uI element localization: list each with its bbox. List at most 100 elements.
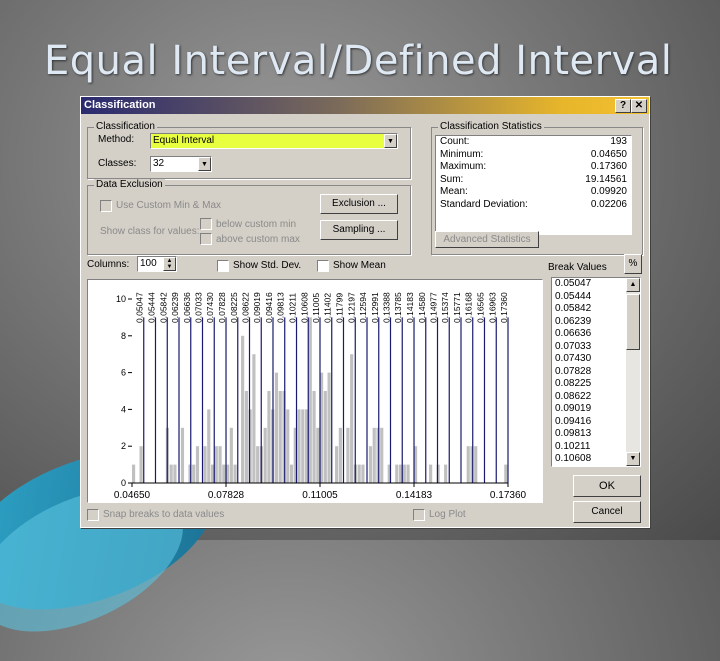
group-label: Classification Statistics bbox=[438, 121, 544, 132]
histogram-bar bbox=[368, 446, 373, 483]
method-select[interactable]: Equal Interval ▼ bbox=[150, 133, 398, 149]
stat-value: 193 bbox=[610, 136, 627, 147]
histogram-bar bbox=[372, 427, 376, 483]
exclusion-button[interactable]: Exclusion ... bbox=[320, 194, 398, 214]
histogram-bar bbox=[297, 409, 301, 483]
histogram-bar bbox=[474, 446, 478, 483]
show-mean-checkbox[interactable] bbox=[317, 260, 329, 272]
histogram-bar bbox=[241, 335, 245, 483]
break-label: 0.14977 bbox=[429, 292, 439, 323]
stat-label: Count: bbox=[440, 136, 470, 147]
stat-row: Mean: 0.09920 bbox=[436, 186, 631, 199]
histogram-bar bbox=[278, 391, 282, 483]
use-custom-minmax-label: Use Custom Min & Max bbox=[116, 200, 222, 211]
histogram-bar bbox=[402, 464, 406, 483]
stat-value: 0.04650 bbox=[590, 148, 627, 160]
break-label: 0.10211 bbox=[288, 293, 298, 323]
show-class-label: Show class for values: bbox=[100, 226, 200, 237]
x-tick-label: 0.14183 bbox=[396, 490, 433, 501]
break-label: 0.10608 bbox=[299, 292, 309, 323]
break-label: 0.08225 bbox=[229, 292, 239, 323]
scrollbar[interactable]: ▲ ▼ bbox=[626, 278, 640, 466]
break-label: 0.06636 bbox=[182, 292, 192, 323]
statistics-panel: Count: 193 Minimum: 0.04650 Maximum: 0.17360 S… bbox=[435, 135, 632, 235]
histogram-bar bbox=[263, 427, 267, 483]
scroll-down-icon[interactable]: ▼ bbox=[626, 452, 640, 466]
classification-group: Classification Method: Equal Interval ▼ … bbox=[87, 121, 411, 179]
x-tick-label: 0.11005 bbox=[302, 490, 338, 501]
stat-value: 0.09920 bbox=[590, 186, 627, 197]
histogram-bar bbox=[380, 427, 384, 483]
histogram-bar bbox=[252, 354, 256, 483]
histogram-bar bbox=[267, 391, 271, 483]
histogram-bar bbox=[504, 464, 508, 483]
columns-spinner[interactable]: 100 ▲ ▼ bbox=[137, 256, 177, 272]
chevron-down-icon[interactable]: ▼ bbox=[384, 134, 397, 148]
columns-value: 100 bbox=[140, 258, 157, 269]
break-label: 0.14580 bbox=[417, 292, 427, 323]
histogram-bar bbox=[395, 464, 399, 483]
break-label: 0.13785 bbox=[393, 292, 403, 323]
help-button[interactable]: ? bbox=[615, 99, 631, 113]
data-exclusion-group: Data Exclusion Use Custom Min & Max Show… bbox=[87, 179, 411, 255]
snap-breaks-checkbox[interactable] bbox=[87, 509, 99, 521]
log-plot-label: Log Plot bbox=[429, 509, 466, 520]
show-std-dev-checkbox[interactable] bbox=[217, 260, 229, 272]
y-tick-label: 4 bbox=[121, 404, 126, 414]
method-label: Method: bbox=[98, 134, 135, 145]
histogram-bar bbox=[256, 446, 260, 483]
break-label: 0.12197 bbox=[346, 292, 356, 323]
histogram-bar bbox=[195, 446, 200, 483]
histogram-bar bbox=[429, 464, 433, 483]
classes-label: Classes: bbox=[98, 158, 137, 169]
chevron-down-icon[interactable]: ▼ bbox=[198, 157, 211, 171]
stat-row: Standard Deviation: 0.02206 bbox=[436, 199, 631, 212]
histogram-bar bbox=[406, 464, 410, 483]
histogram-bar bbox=[139, 446, 143, 483]
stat-label: Mean: bbox=[440, 186, 468, 197]
histogram-bar bbox=[316, 427, 320, 483]
use-custom-minmax-checkbox[interactable] bbox=[100, 200, 112, 212]
cancel-button[interactable]: Cancel bbox=[573, 501, 641, 523]
columns-label: Columns: bbox=[87, 259, 130, 270]
histogram-bar bbox=[323, 391, 327, 483]
break-label: 0.17360 bbox=[499, 292, 509, 323]
snap-breaks-label: Snap breaks to data values bbox=[103, 509, 225, 520]
close-button[interactable]: ✕ bbox=[631, 99, 647, 113]
scroll-up-icon[interactable]: ▲ bbox=[626, 278, 640, 292]
break-label: 0.05842 bbox=[158, 292, 168, 323]
x-tick-label: 0.04650 bbox=[114, 490, 151, 501]
histogram-plot[interactable]: 0.05047 0.05444 0.05842 0.06239 0.06636 0.070… bbox=[87, 279, 543, 503]
break-label: 0.11799 bbox=[334, 293, 344, 323]
break-label: 0.06239 bbox=[170, 292, 180, 323]
histogram-bar bbox=[132, 464, 136, 483]
above-custom-max-label: above custom max bbox=[216, 234, 300, 245]
below-custom-min-checkbox[interactable] bbox=[200, 218, 212, 230]
histogram-bar bbox=[327, 372, 331, 483]
group-label: Data Exclusion bbox=[94, 179, 165, 190]
histogram-bar bbox=[304, 409, 309, 483]
sampling-button[interactable]: Sampling ... bbox=[320, 220, 398, 240]
stat-label: Maximum: bbox=[440, 161, 487, 172]
histogram-bar bbox=[338, 427, 342, 483]
scroll-thumb[interactable] bbox=[626, 294, 640, 350]
break-label: 0.16565 bbox=[475, 292, 485, 323]
above-custom-max-checkbox[interactable] bbox=[200, 233, 212, 245]
histogram-bar bbox=[222, 464, 226, 483]
break-values-list[interactable]: 0.05047 0.05444 0.05842 0.06239 0.06636 0.070… bbox=[551, 277, 641, 467]
break-label: 0.12991 bbox=[370, 292, 380, 323]
advanced-statistics-button[interactable]: Advanced Statistics bbox=[435, 231, 539, 248]
histogram-bar bbox=[312, 391, 316, 483]
log-plot-checkbox[interactable] bbox=[413, 509, 425, 521]
histogram-bar bbox=[192, 464, 196, 483]
histogram-bar bbox=[335, 446, 339, 483]
histogram-bar bbox=[274, 372, 279, 483]
break-label: 0.16168 bbox=[464, 292, 474, 323]
ok-button[interactable]: OK bbox=[573, 475, 641, 497]
percent-button[interactable]: % bbox=[624, 254, 642, 274]
spinner-arrows-icon[interactable]: ▲ ▼ bbox=[163, 257, 176, 271]
break-label: 0.07033 bbox=[193, 292, 203, 323]
histogram-bar bbox=[180, 427, 185, 483]
histogram-bar bbox=[173, 464, 177, 483]
classes-select[interactable]: 32 ▼ bbox=[150, 156, 212, 172]
